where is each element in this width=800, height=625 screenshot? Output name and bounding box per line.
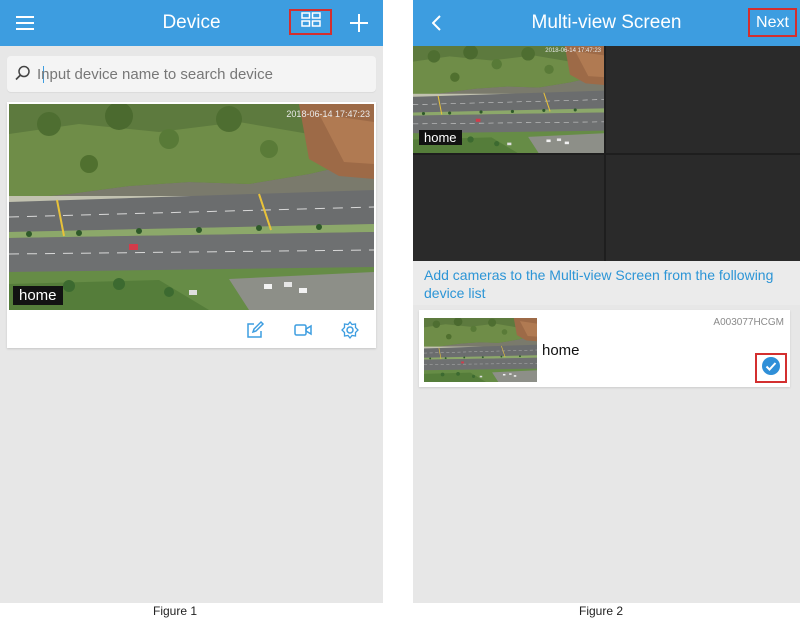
view-cell-4[interactable] <box>606 155 800 261</box>
multi-view-grid: 2018-06-14 17:47:23 home <box>413 46 800 261</box>
figure1-screen: Device 2018-06-14 17:47:23 home <box>0 0 383 603</box>
device-card[interactable]: 2018-06-14 17:47:23 home <box>7 102 376 348</box>
device-id: A003077HCGM <box>713 317 784 328</box>
card-actions <box>7 318 376 346</box>
view-cell-2[interactable] <box>606 46 800 153</box>
search-icon <box>15 65 31 86</box>
next-button[interactable]: Next <box>748 8 797 37</box>
next-label: Next <box>756 13 789 31</box>
info-band: Add cameras to the Multi-view Screen fro… <box>413 261 800 305</box>
figure2-screen: Multi-view Screen Next 2018-06-14 17:47:… <box>413 0 800 603</box>
settings-icon[interactable] <box>340 320 362 342</box>
grid-view-button[interactable] <box>289 9 332 35</box>
video-icon[interactable] <box>293 320 315 342</box>
view-cell-3[interactable] <box>413 155 604 261</box>
device-thumbnail <box>424 318 537 382</box>
view-cell-1[interactable]: 2018-06-14 17:47:23 home <box>413 46 604 153</box>
figure-caption: Figure 1 <box>152 604 198 618</box>
tile-timestamp: 2018-06-14 17:47:23 <box>545 48 601 54</box>
search-bar <box>7 56 376 92</box>
back-icon[interactable] <box>427 0 447 46</box>
figure-caption: Figure 2 <box>578 604 624 618</box>
list-item[interactable]: home A003077HCGM <box>419 310 790 387</box>
grid-view-icon <box>300 12 321 32</box>
edit-icon[interactable] <box>245 320 267 342</box>
select-checkbox[interactable] <box>755 353 787 383</box>
device-name-label: home <box>13 286 63 305</box>
search-input[interactable] <box>37 60 367 88</box>
checkmark-icon <box>761 356 781 381</box>
timestamp: 2018-06-14 17:47:23 <box>286 109 370 119</box>
page-title: Multi-view Screen <box>531 12 682 33</box>
device-name: home <box>542 342 580 359</box>
camera-preview[interactable]: 2018-06-14 17:47:23 home <box>9 104 374 310</box>
header-bar: Multi-view Screen Next <box>413 0 800 46</box>
header-bar: Device <box>0 0 383 46</box>
tile-label: home <box>419 130 462 145</box>
menu-icon[interactable] <box>12 0 38 46</box>
info-text: Add cameras to the Multi-view Screen fro… <box>424 267 774 301</box>
plus-icon[interactable] <box>346 0 372 46</box>
